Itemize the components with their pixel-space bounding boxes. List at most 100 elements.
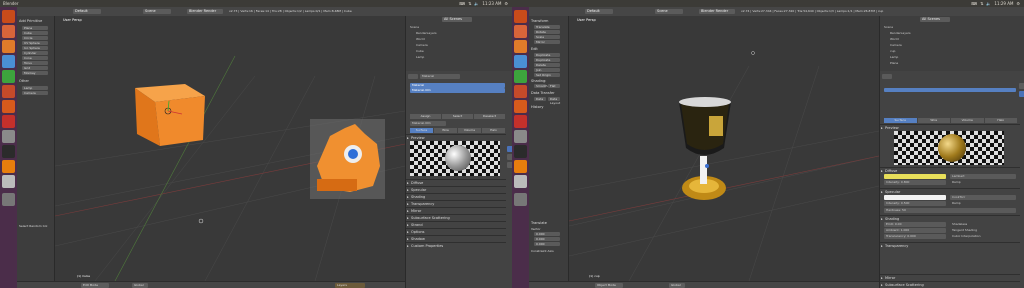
specular-intensity-field[interactable]: Intensity: 0.500 — [884, 201, 946, 206]
diffuse-intensity-field[interactable]: Intensity: 0.800 — [884, 180, 946, 185]
layers-widget[interactable]: Layers — [335, 283, 365, 288]
translucency-field[interactable]: Translucency: 0.000 — [884, 234, 946, 239]
tab-surface[interactable]: Surface — [410, 128, 433, 133]
writer-icon-2[interactable] — [514, 55, 527, 68]
section-diffuse-2[interactable]: Diffuse — [880, 167, 1020, 174]
add-circle-button[interactable]: Circle — [22, 36, 48, 40]
outliner-item-world-2[interactable]: World — [890, 37, 899, 41]
section-specular-2[interactable]: Specular — [880, 188, 1020, 195]
preview-section[interactable]: Preview — [406, 134, 506, 141]
tab-halo[interactable]: Halo — [482, 128, 505, 133]
blender-icon-2[interactable] — [514, 160, 527, 173]
material-list-item-2[interactable]: Material.001 — [410, 88, 505, 93]
render-side-icon[interactable] — [1019, 83, 1024, 89]
rotate-button[interactable]: Rotate — [534, 30, 560, 34]
add-cube-button[interactable]: Cube — [22, 31, 48, 35]
settings-icon[interactable] — [2, 130, 15, 143]
assign-button[interactable]: Assign — [410, 114, 441, 119]
shadeless-checkbox[interactable]: Shadeless — [950, 222, 1016, 227]
section-diffuse[interactable]: Diffuse — [406, 179, 506, 186]
diffuse-color[interactable] — [884, 174, 946, 179]
section-transparency-2[interactable]: Transparency — [880, 242, 1020, 249]
section-specular[interactable]: Specular — [406, 186, 506, 193]
keyboard-icon-2[interactable]: ⌨ — [971, 0, 977, 7]
layout-dropdown[interactable]: Default — [73, 9, 101, 14]
add-uv-sphere-button[interactable]: UV Sphere — [22, 41, 48, 45]
material-side-icon[interactable] — [1019, 91, 1024, 97]
calc-icon[interactable] — [2, 70, 15, 83]
add-plane-button[interactable]: Plane — [22, 26, 48, 30]
section-mirror-2[interactable]: Mirror — [880, 274, 1020, 281]
outliner-item-scene[interactable]: Scene — [410, 25, 419, 29]
terminal-icon[interactable] — [2, 145, 15, 158]
mode-dropdown[interactable]: Edit Mode — [81, 283, 109, 288]
tab-surface-2[interactable]: Surface — [884, 118, 917, 123]
3d-viewport-2[interactable]: User Persp (1) cup — [569, 16, 879, 281]
section-mirror[interactable]: Mirror — [406, 207, 506, 214]
outliner-item-renderlayers-2[interactable]: RenderLayers — [890, 31, 911, 35]
outliner-view-dropdown-2[interactable]: All Scenes — [920, 17, 950, 22]
software-center-icon-2[interactable] — [514, 100, 527, 113]
drive-icon[interactable] — [2, 175, 15, 188]
add-grid-button[interactable]: Grid — [22, 66, 48, 70]
section-transparency[interactable]: Transparency — [406, 200, 506, 207]
impress-icon-2[interactable] — [514, 85, 527, 98]
render-tab-icon-2[interactable] — [882, 74, 892, 79]
outliner-item-plane[interactable]: Plane — [890, 61, 898, 65]
outliner-item-renderlayers[interactable]: RenderLayers — [416, 31, 437, 35]
material-list-item-cup[interactable] — [884, 88, 1016, 92]
drive-icon-2[interactable] — [514, 175, 527, 188]
render-engine-dropdown[interactable]: Blender Render — [187, 9, 223, 14]
section-custom-properties[interactable]: Custom Properties — [406, 242, 506, 249]
dash-icon[interactable] — [2, 10, 15, 23]
section-sss[interactable]: Subsurface Scattering — [406, 214, 506, 221]
smooth-button[interactable]: Smooth — [534, 84, 548, 88]
tab-volume-2[interactable]: Volume — [951, 118, 984, 123]
keyboard-icon[interactable]: ⌨ — [459, 0, 465, 7]
files-icon[interactable] — [2, 25, 15, 38]
ramp-checkbox[interactable]: Ramp — [950, 180, 980, 185]
calc-icon-2[interactable] — [514, 70, 527, 83]
clock[interactable]: 11:23 AM — [482, 0, 501, 7]
emit-field[interactable]: Emit: 0.00 — [884, 222, 946, 227]
vector-y-field[interactable]: 0.000 — [534, 237, 560, 241]
flat-button[interactable]: Flat — [548, 84, 560, 88]
preview-section-2[interactable]: Preview — [880, 124, 1020, 131]
software-center-icon[interactable] — [2, 100, 15, 113]
gear-icon-2[interactable]: ⚙ — [1016, 0, 1020, 7]
add-cylinder-button[interactable]: Cylinder — [22, 51, 48, 55]
add-torus-button[interactable]: Torus — [22, 61, 48, 65]
join-button[interactable]: Join — [534, 68, 560, 72]
section-sss-2[interactable]: Subsurface Scattering — [880, 281, 1020, 288]
volume-icon-2[interactable]: 🔈 — [986, 0, 991, 7]
render-tab-icon[interactable] — [408, 74, 418, 79]
outliner-item-cup[interactable]: cup — [890, 49, 895, 53]
outliner-item-cube[interactable]: Cube — [416, 49, 424, 53]
layout-dropdown-2[interactable]: Default — [585, 9, 613, 14]
trash-icon[interactable] — [2, 193, 15, 206]
add-ico-sphere-button[interactable]: Ico Sphere — [22, 46, 48, 50]
firefox-icon[interactable] — [2, 40, 15, 53]
specular-shader-dropdown[interactable]: CookTorr — [950, 195, 1016, 200]
network-icon[interactable]: ⇅ — [468, 0, 471, 7]
tab-halo-2[interactable]: Halo — [984, 118, 1017, 123]
outliner-item-camera-2[interactable]: Camera — [890, 43, 902, 47]
trash-icon-2[interactable] — [514, 193, 527, 206]
terminal-icon-2[interactable] — [514, 145, 527, 158]
writer-icon[interactable] — [2, 55, 15, 68]
volume-icon[interactable]: 🔈 — [474, 0, 479, 7]
section-shading-2[interactable]: Shading — [880, 215, 1020, 222]
outliner-item-world[interactable]: World — [416, 37, 425, 41]
clock-2[interactable]: 11:29 AM — [994, 0, 1013, 7]
cubic-interpolation-checkbox[interactable]: Cubic Interpolation — [950, 234, 1016, 239]
mode-dropdown-2[interactable]: Object Mode — [595, 283, 623, 288]
select-button[interactable]: Select — [442, 114, 473, 119]
outliner-item-lamp-2[interactable]: Lamp — [890, 55, 898, 59]
impress-icon[interactable] — [2, 85, 15, 98]
dash-icon-2[interactable] — [514, 10, 527, 23]
amazon-icon-2[interactable] — [514, 115, 527, 128]
hardness-field[interactable]: Hardness: 50 — [884, 208, 1016, 213]
material-name-field[interactable]: Material.001 — [410, 121, 446, 126]
vector-x-field[interactable]: 0.000 — [534, 232, 560, 236]
3d-viewport[interactable]: User Persp (1) Cube — [55, 16, 405, 281]
